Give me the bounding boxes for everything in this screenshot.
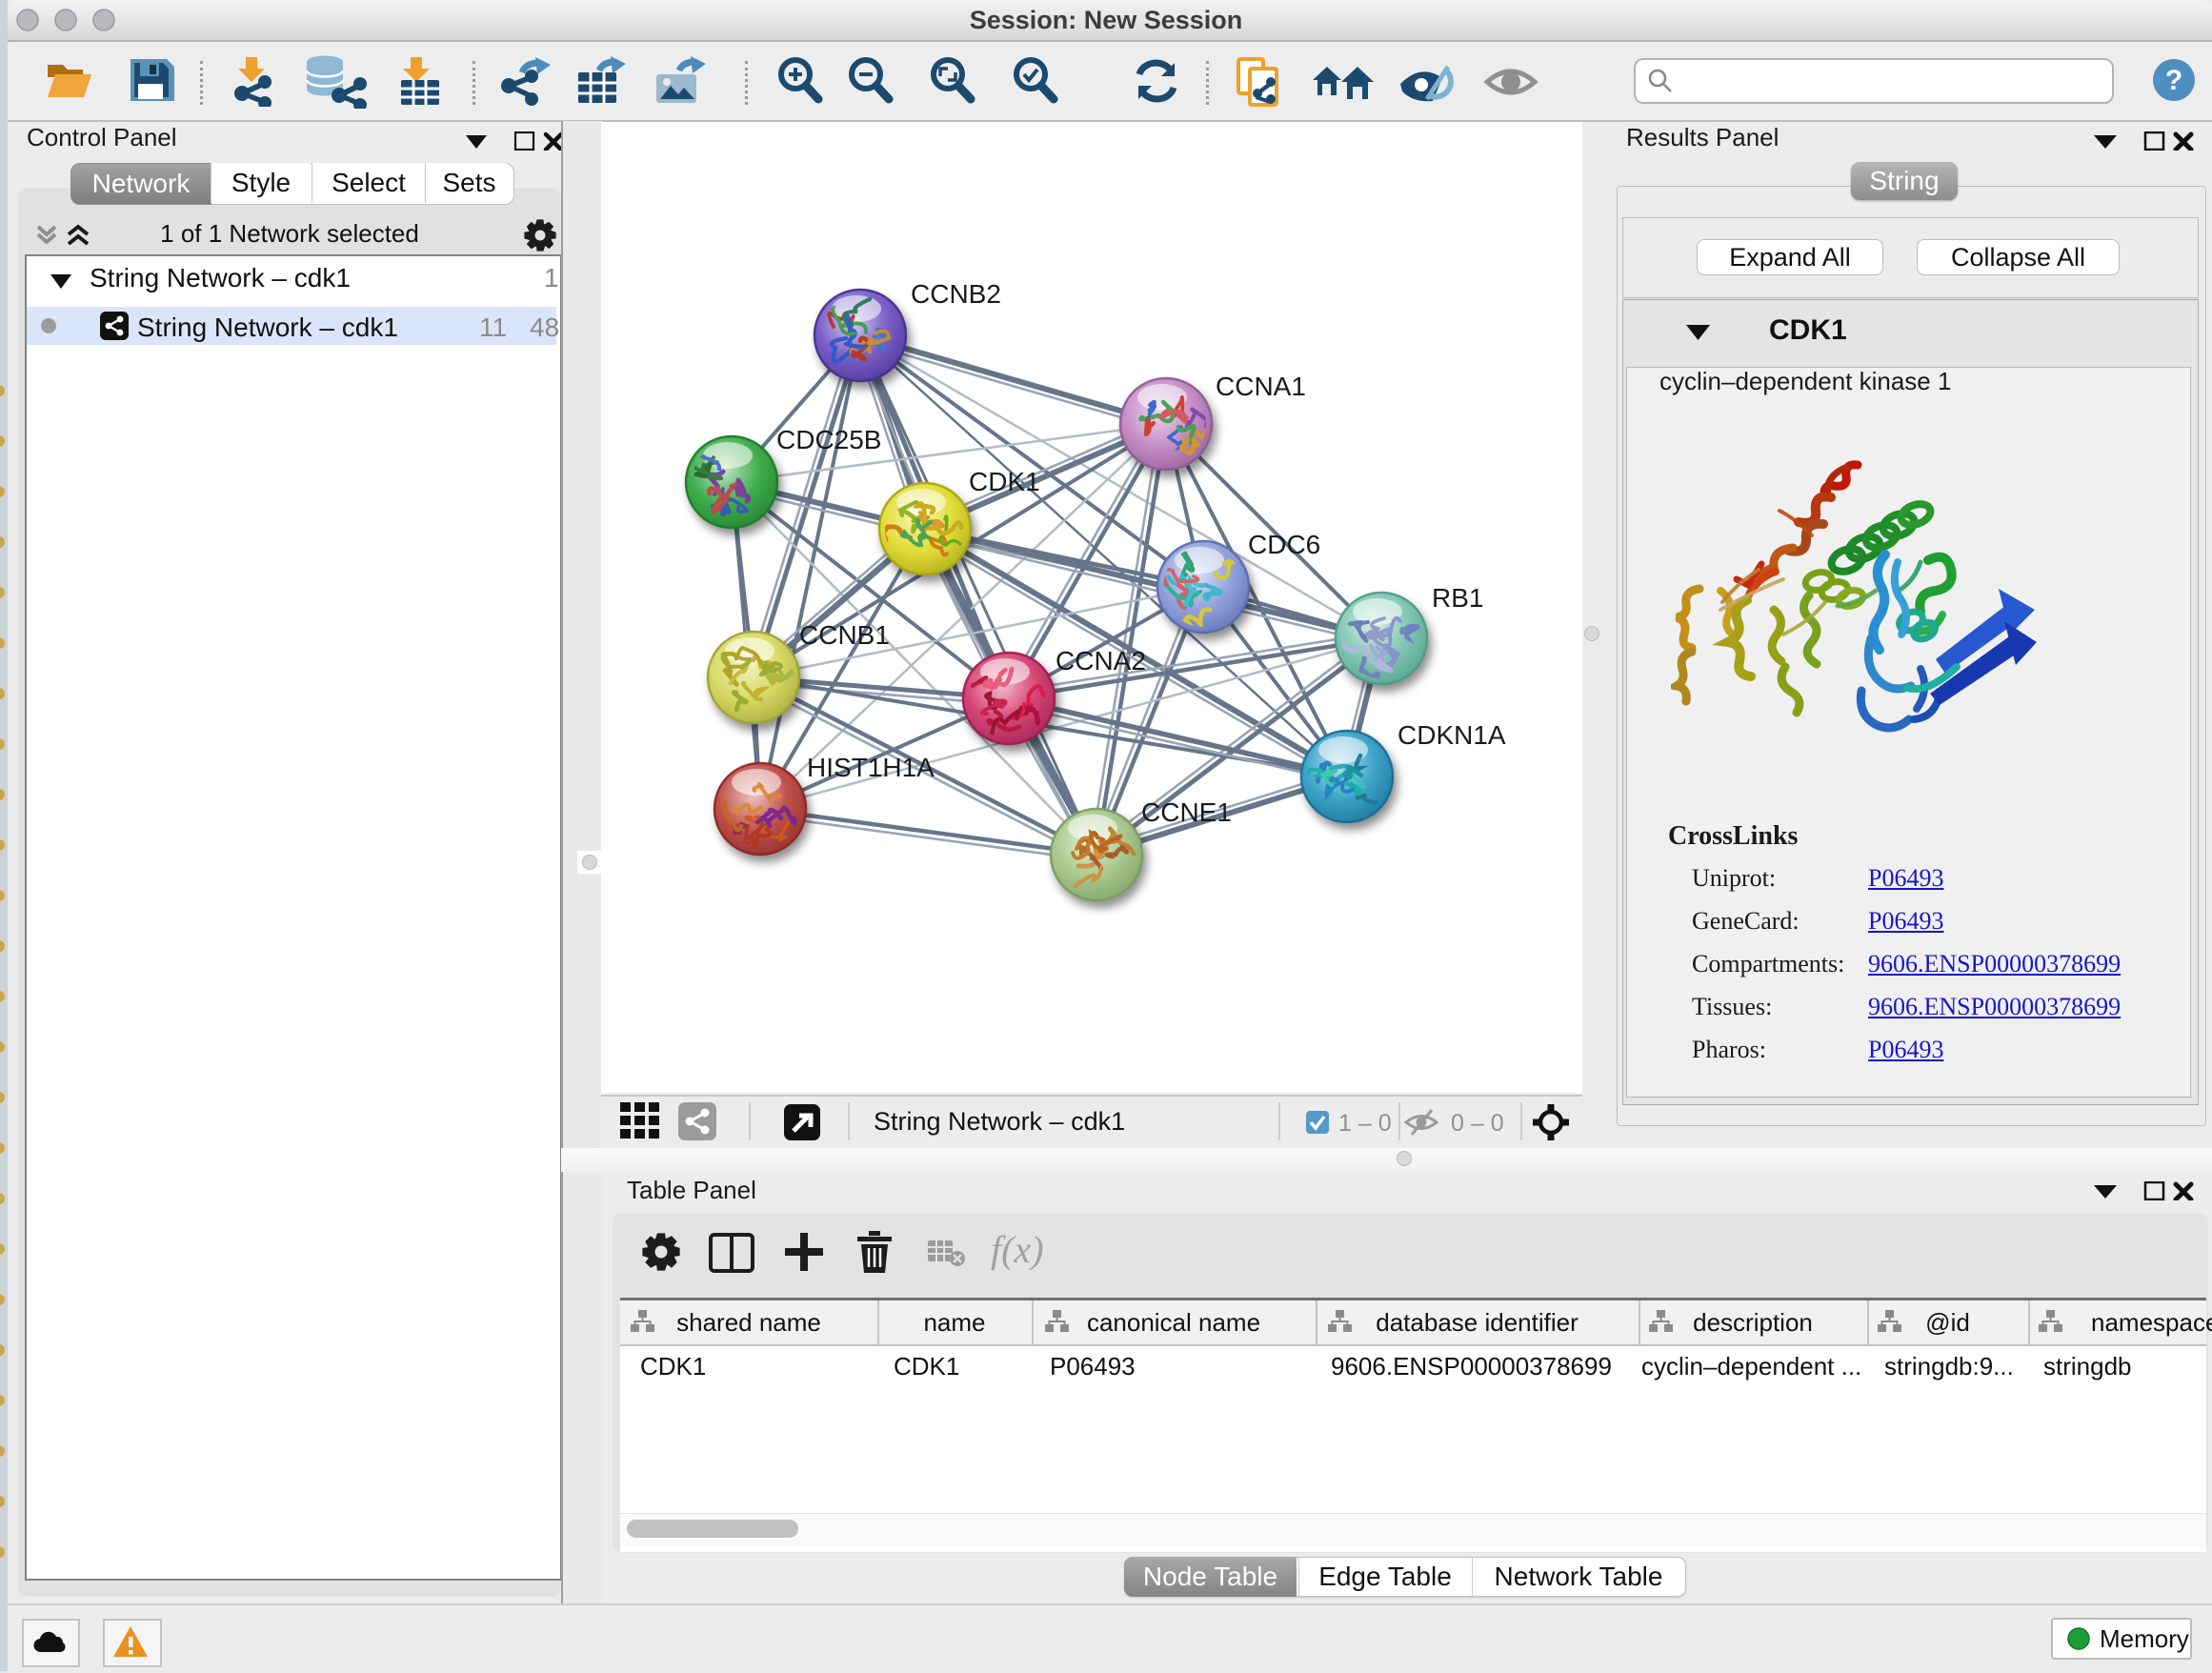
svg-text:CCNB1: CCNB1 — [799, 620, 890, 650]
svg-text:CDC6: CDC6 — [1248, 530, 1320, 559]
svg-text:CCNA1: CCNA1 — [1216, 372, 1306, 401]
svg-text:CCNE1: CCNE1 — [1141, 797, 1232, 827]
svg-text:CCNB2: CCNB2 — [911, 279, 1001, 309]
svg-text:?: ? — [2165, 65, 2182, 96]
svg-text:CDC25B: CDC25B — [776, 425, 881, 454]
svg-text:CCNA2: CCNA2 — [1056, 646, 1146, 675]
svg-text:RB1: RB1 — [1432, 583, 1483, 613]
svg-text:CDK1: CDK1 — [969, 467, 1040, 496]
svg-text:CDKN1A: CDKN1A — [1398, 720, 1506, 750]
svg-text:HIST1H1A: HIST1H1A — [807, 753, 935, 782]
